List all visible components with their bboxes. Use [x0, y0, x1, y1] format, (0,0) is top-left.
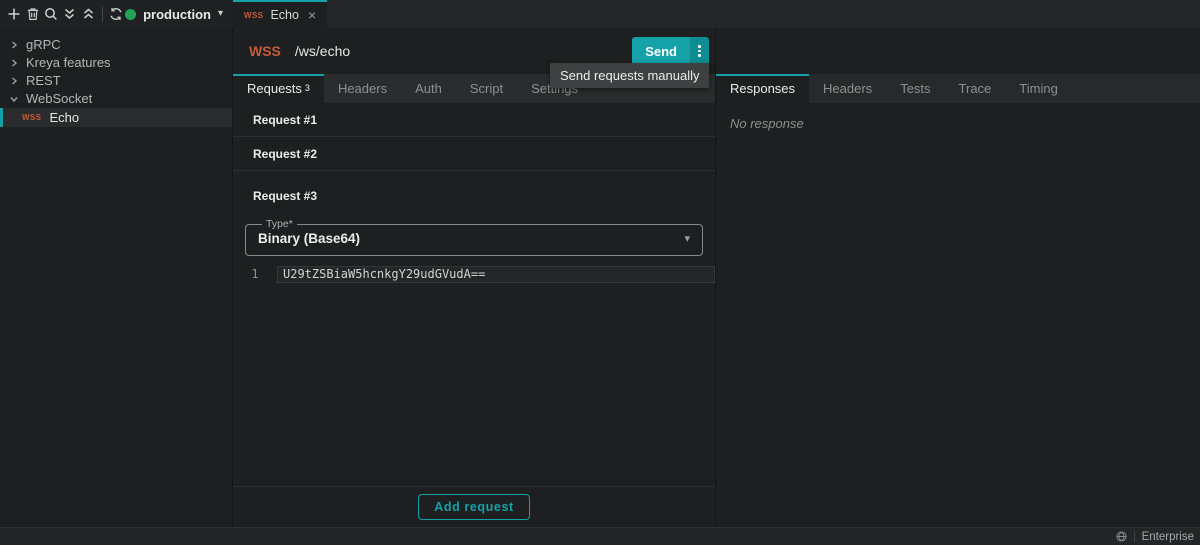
environment-selector[interactable]: production ▾: [125, 7, 223, 22]
tab-label: Trace: [958, 81, 992, 96]
expand-all-button[interactable]: [61, 3, 80, 25]
status-bar: Enterprise: [0, 527, 1200, 545]
sync-button[interactable]: [107, 3, 126, 25]
sidebar-item-label: Kreya features: [26, 55, 111, 70]
add-request-button[interactable]: Add request: [418, 494, 530, 520]
content-area: gRPC Kreya features REST WebSocket WSS E…: [0, 28, 1200, 527]
environment-status-dot: [125, 8, 137, 20]
add-request-row: Add request: [233, 486, 715, 527]
request-panel: WSS /ws/echo Send Requests 3 Headers Auth…: [233, 28, 716, 527]
wss-badge: WSS: [22, 113, 42, 122]
type-select-value-row[interactable]: Binary (Base64) ▾: [258, 231, 690, 246]
request-path[interactable]: /ws/echo: [295, 43, 350, 59]
delete-icon: [27, 8, 38, 20]
tab-label: Headers: [823, 81, 873, 96]
send-button[interactable]: Send: [632, 37, 690, 65]
request-3-section: Request #3 Type* Binary (Base64) ▾ 1 U29…: [233, 171, 715, 283]
sidebar-item-rest[interactable]: REST: [0, 72, 232, 89]
app-window: production ▾ WSS Echo × gRPC Kreya featu…: [0, 0, 1200, 545]
status-divider: [1133, 531, 1135, 542]
tab-label: Auth: [415, 81, 442, 96]
collapse-all-button[interactable]: [79, 3, 98, 25]
sidebar-item-grpc[interactable]: gRPC: [0, 36, 232, 53]
sidebar-item-websocket[interactable]: WebSocket: [0, 90, 232, 107]
request-scheme: WSS: [249, 43, 281, 59]
tab-label: Timing: [1019, 81, 1058, 96]
close-icon[interactable]: ×: [308, 8, 316, 22]
toolbar-divider: [101, 6, 103, 22]
request-2-header[interactable]: Request #2: [233, 137, 715, 171]
response-panel-spacer: [716, 28, 1200, 74]
response-panel: Responses Headers Tests Trace Timing No …: [716, 28, 1200, 527]
request-1-header[interactable]: Request #1: [233, 103, 715, 137]
top-bar: production ▾ WSS Echo ×: [0, 0, 1200, 28]
sidebar-item-kreya-features[interactable]: Kreya features: [0, 54, 232, 71]
globe-icon: [1116, 531, 1127, 542]
tab-responses[interactable]: Responses: [716, 74, 810, 103]
tab-echo[interactable]: WSS Echo ×: [233, 0, 328, 28]
search-button[interactable]: [42, 3, 61, 25]
tab-label: Script: [469, 81, 504, 96]
request-title: Request #1: [253, 112, 318, 127]
editor-line-number: 1: [251, 267, 259, 281]
wss-badge: WSS: [244, 10, 264, 20]
request-title: Request #2: [253, 146, 318, 161]
tab-headers[interactable]: Headers: [324, 74, 401, 103]
sidebar: gRPC Kreya features REST WebSocket WSS E…: [0, 28, 233, 527]
tab-label: Responses: [730, 81, 796, 96]
tab-trace[interactable]: Trace: [945, 74, 1006, 103]
chevron-down-icon: ▾: [684, 233, 690, 245]
type-select-value: Binary (Base64): [258, 231, 361, 246]
chevron-down-icon: [10, 95, 18, 103]
send-options-button[interactable]: [690, 37, 709, 65]
delete-button[interactable]: [24, 3, 43, 25]
payload-editor: 1 U29tZSBiaW5hcnkgY29udGVudA==: [233, 266, 715, 283]
chevron-right-icon: [10, 40, 18, 49]
tab-label: Tests: [900, 81, 931, 96]
chevron-down-icon: ▾: [217, 8, 223, 19]
collapse-all-icon: [83, 8, 93, 19]
add-button[interactable]: [5, 3, 24, 25]
tab-label: Requests: [247, 81, 302, 96]
response-tabs: Responses Headers Tests Trace Timing: [716, 74, 1200, 103]
tab-timing[interactable]: Timing: [1005, 74, 1072, 103]
send-button-tooltip: Send requests manually: [550, 63, 710, 88]
type-select-label: Type*: [266, 218, 293, 230]
type-select[interactable]: Type* Binary (Base64) ▾: [245, 218, 703, 256]
tab-auth[interactable]: Auth: [401, 74, 456, 103]
request-list-spacer: [233, 283, 715, 486]
tab-response-headers[interactable]: Headers: [809, 74, 886, 103]
kebab-menu-icon: [698, 45, 701, 48]
sidebar-item-label: WebSocket: [26, 91, 93, 106]
no-response-placeholder: No response: [730, 116, 804, 131]
tab-requests[interactable]: Requests 3: [233, 74, 324, 103]
chevron-right-icon: [10, 58, 18, 67]
environment-name: production: [143, 6, 211, 22]
tab-label: Headers: [337, 81, 388, 96]
requests-count-badge: 3: [304, 82, 310, 93]
sync-icon: [110, 8, 122, 20]
chevron-right-icon: [10, 76, 18, 85]
sidebar-item-label: Echo: [49, 110, 80, 125]
editor-content[interactable]: U29tZSBiaW5hcnkgY29udGVudA==: [277, 266, 715, 283]
sidebar-item-echo[interactable]: WSS Echo: [0, 108, 232, 127]
request-3-header[interactable]: Request #3: [233, 189, 715, 218]
tab-tests[interactable]: Tests: [886, 74, 944, 103]
sidebar-toolbar: production ▾: [0, 0, 233, 28]
tab-title: Echo: [270, 8, 299, 22]
tab-script[interactable]: Script: [456, 74, 517, 103]
license-label[interactable]: Enterprise: [1142, 531, 1194, 543]
add-icon: [8, 8, 20, 20]
send-button-group: Send: [632, 37, 709, 65]
sidebar-item-label: REST: [26, 73, 61, 88]
sidebar-item-label: gRPC: [26, 37, 61, 52]
document-tab-strip: WSS Echo ×: [233, 0, 1200, 28]
expand-all-icon: [65, 8, 75, 19]
search-icon: [45, 8, 58, 20]
